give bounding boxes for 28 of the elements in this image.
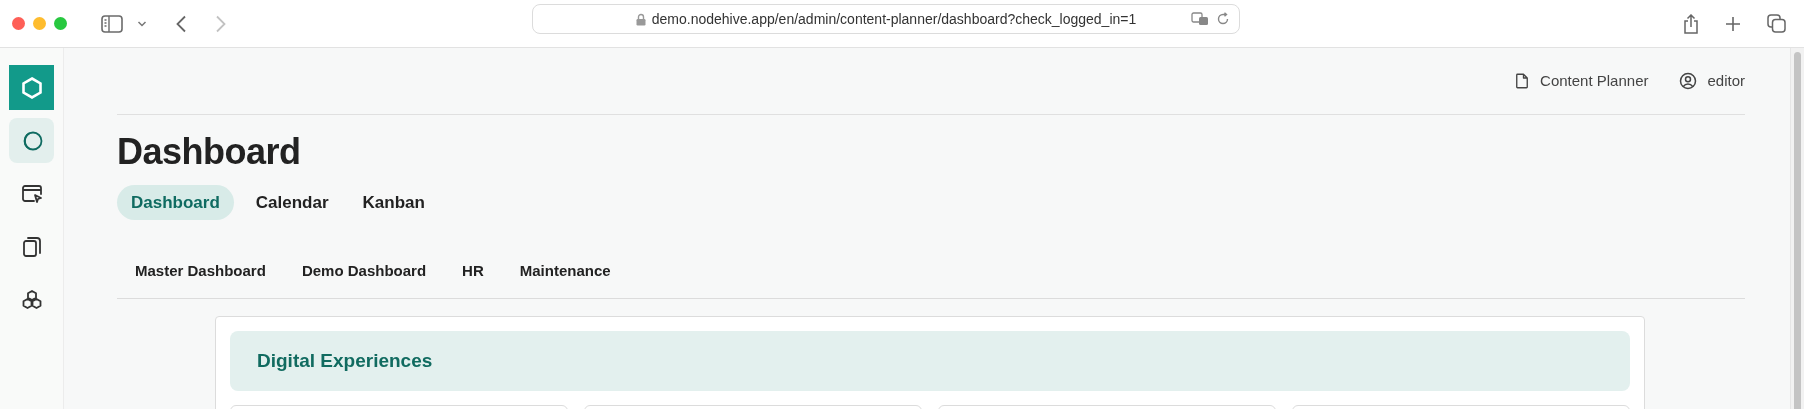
address-bar[interactable]: demo.nodehive.app/en/admin/content-planner/dashboard?check_logged_in=1 (532, 4, 1240, 34)
board-tab[interactable]: HR (450, 256, 496, 286)
maximize-window-icon[interactable] (54, 17, 67, 30)
plus-icon[interactable] (1725, 15, 1741, 32)
board-tab[interactable]: Demo Dashboard (289, 256, 439, 286)
lock-icon (635, 12, 646, 26)
user-icon (1678, 71, 1699, 91)
tab[interactable]: Kanban (350, 185, 437, 220)
tab[interactable]: Dashboard (117, 185, 234, 220)
tabs-overview-icon[interactable] (1767, 14, 1786, 33)
board-tab[interactable]: Master Dashboard (123, 256, 278, 286)
translate-icon[interactable] (1191, 12, 1209, 26)
app-link[interactable]: Content Planner (1513, 69, 1649, 93)
user-menu-link[interactable]: editor (1678, 69, 1745, 93)
page-title: Dashboard (117, 130, 302, 174)
back-icon[interactable] (175, 14, 187, 33)
sidebar-item[interactable] (9, 118, 54, 163)
hexagon-icon (19, 75, 44, 100)
chevron-down-icon[interactable] (137, 19, 147, 28)
sidebar-toggle-icon[interactable] (101, 14, 123, 33)
close-window-icon[interactable] (12, 17, 25, 30)
board-tab[interactable]: Maintenance (507, 256, 623, 286)
share-icon[interactable] (1683, 13, 1699, 34)
tab[interactable]: Calendar (243, 185, 341, 220)
section-title: Digital Experiences (257, 348, 433, 373)
logo[interactable] (9, 65, 54, 110)
reload-icon[interactable] (1216, 12, 1230, 26)
url-text: demo.nodehive.app/en/admin/content-planner/dashboard?check_logged_in=1 (651, 9, 1137, 29)
